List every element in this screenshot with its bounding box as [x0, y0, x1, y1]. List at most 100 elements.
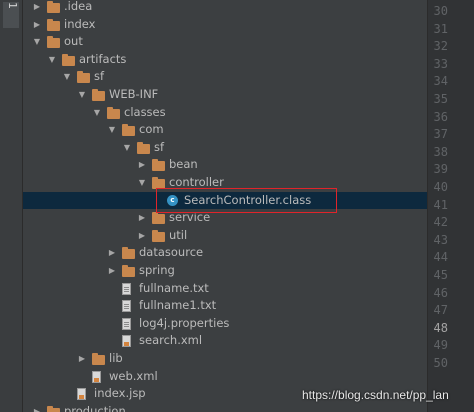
- tree-row-label: fullname1.txt: [139, 298, 217, 313]
- folder-icon: [77, 71, 90, 84]
- tree-row[interactable]: search.xml: [23, 332, 427, 350]
- line-number: 35: [433, 92, 448, 106]
- folder-icon: [62, 53, 75, 66]
- class-file-icon: c: [167, 194, 178, 206]
- tree-row-label: sf: [94, 69, 105, 84]
- collapse-arrow-icon[interactable]: ▶: [32, 0, 42, 16]
- tree-row[interactable]: ▶ bean: [23, 156, 427, 174]
- tree-row[interactable]: ▶ util: [23, 227, 427, 245]
- collapse-arrow-icon[interactable]: ▶: [137, 227, 147, 245]
- tree-row-label: log4j.properties: [139, 315, 230, 330]
- collapse-arrow-icon[interactable]: ▶: [32, 403, 42, 412]
- tree-row-label: bean: [169, 157, 198, 172]
- tree-row-label: .idea: [64, 0, 93, 13]
- line-number: 48: [433, 320, 448, 335]
- xml-file-icon: [122, 335, 131, 348]
- tree-row-label: datasource: [139, 245, 204, 260]
- line-number: 42: [433, 215, 448, 230]
- tree-row-label: index.jsp: [94, 386, 146, 401]
- watermark: https://blog.csdn.net/pp_lan: [302, 388, 449, 402]
- collapse-arrow-icon[interactable]: ▶: [77, 350, 87, 368]
- tree-row[interactable]: log4j.properties: [23, 315, 427, 333]
- xml-file-icon: [92, 370, 101, 383]
- folder-icon: [122, 265, 135, 277]
- tree-row-label: lib: [109, 351, 123, 365]
- folder-icon: [152, 212, 165, 225]
- tree-row[interactable]: ▶ .idea: [23, 0, 427, 16]
- jsp-file-icon: [77, 388, 86, 401]
- tree-row-label: com: [139, 122, 164, 137]
- tree-row[interactable]: ▶ index: [23, 16, 427, 34]
- tree-row-label: controller: [169, 175, 224, 189]
- expand-arrow-icon[interactable]: ▼: [137, 174, 147, 192]
- line-number: 39: [433, 162, 448, 177]
- collapse-arrow-icon[interactable]: ▶: [137, 209, 147, 227]
- properties-file-icon: [122, 317, 131, 330]
- tree-row[interactable]: ▼ com: [23, 121, 427, 139]
- tree-row[interactable]: ▶ lib: [23, 350, 427, 368]
- tree-row[interactable]: ▶ datasource: [23, 244, 427, 262]
- tool-window-stripe: 1: [0, 0, 23, 412]
- expand-arrow-icon[interactable]: ▼: [107, 121, 117, 139]
- editor-gutter: 30 31 32 33 34 35 36 37 38 39 40 41 42 43 44 45 46 47 48 49…: [427, 0, 474, 412]
- tree-row[interactable]: ▼ classes: [23, 104, 427, 122]
- line-number: 47: [433, 303, 448, 318]
- line-number: 33: [433, 56, 448, 71]
- tree-row-label: index: [64, 16, 96, 31]
- tree-row-label: SearchController.class: [184, 192, 312, 207]
- text-file-icon: [122, 282, 131, 295]
- tree-row-label: WEB-INF: [109, 87, 159, 101]
- line-number: 38: [433, 144, 448, 159]
- tree-row-label: util: [169, 227, 188, 242]
- line-number: 49: [433, 338, 448, 353]
- tree-row[interactable]: ▶ service: [23, 209, 427, 227]
- tree-row[interactable]: ▶ production: [23, 403, 427, 412]
- tree-row[interactable]: fullname.txt: [23, 280, 427, 298]
- collapse-arrow-icon[interactable]: ▶: [107, 262, 117, 280]
- tree-row-label: spring: [139, 263, 175, 277]
- line-number: 32: [433, 39, 448, 54]
- tree-row-label: sf: [154, 139, 165, 154]
- tree-row-label: classes: [124, 104, 166, 119]
- folder-icon: [152, 177, 165, 189]
- collapse-arrow-icon[interactable]: ▶: [137, 156, 147, 174]
- folder-icon: [47, 18, 60, 31]
- line-number: 41: [433, 197, 448, 212]
- folder-icon: [47, 405, 60, 412]
- tree-row-label: artifacts: [79, 51, 127, 66]
- expand-arrow-icon[interactable]: ▼: [32, 33, 42, 51]
- line-number: 50: [433, 356, 448, 370]
- collapse-arrow-icon[interactable]: ▶: [107, 244, 117, 262]
- expand-arrow-icon[interactable]: ▼: [47, 51, 57, 69]
- tree-row-label: web.xml: [109, 368, 158, 383]
- tree-row[interactable]: ▼ sf: [23, 68, 427, 86]
- expand-arrow-icon[interactable]: ▼: [77, 86, 87, 104]
- folder-icon: [152, 159, 165, 172]
- line-number: 31: [433, 21, 448, 36]
- expand-arrow-icon[interactable]: ▼: [122, 139, 132, 157]
- tree-row[interactable]: ▼ WEB-INF: [23, 86, 427, 104]
- collapse-arrow-icon[interactable]: ▶: [32, 16, 42, 34]
- tree-row-label: production: [64, 403, 126, 412]
- tree-row[interactable]: ▶ spring: [23, 262, 427, 280]
- tree-row[interactable]: ▼ out: [23, 33, 427, 51]
- tree-row-label: fullname.txt: [139, 280, 209, 295]
- expand-arrow-icon[interactable]: ▼: [92, 104, 102, 122]
- line-number: 37: [433, 127, 448, 142]
- folder-icon: [152, 229, 165, 242]
- line-number: 44: [433, 250, 448, 265]
- tree-row[interactable]: ▼ artifacts: [23, 51, 427, 69]
- tree-row-label: out: [64, 34, 83, 49]
- tree-row[interactable]: c SearchController.class: [23, 191, 427, 210]
- tree-row[interactable]: ▼ sf: [23, 139, 427, 157]
- tree-row[interactable]: fullname1.txt: [23, 297, 427, 315]
- project-tool-window-button[interactable]: 1: [3, 2, 19, 28]
- tree-row[interactable]: ▼ controller: [23, 174, 427, 192]
- expand-arrow-icon[interactable]: ▼: [62, 68, 72, 86]
- folder-icon: [137, 141, 150, 154]
- project-tree[interactable]: ▶ .idea ▶ index ▼ out ▼ artifacts ▼ sf ▼ WEB-INF ▼ cl…: [23, 0, 427, 412]
- tree-row-label: service: [169, 210, 211, 225]
- tree-row[interactable]: web.xml: [23, 368, 427, 386]
- folder-icon: [92, 353, 105, 365]
- text-file-icon: [122, 300, 131, 313]
